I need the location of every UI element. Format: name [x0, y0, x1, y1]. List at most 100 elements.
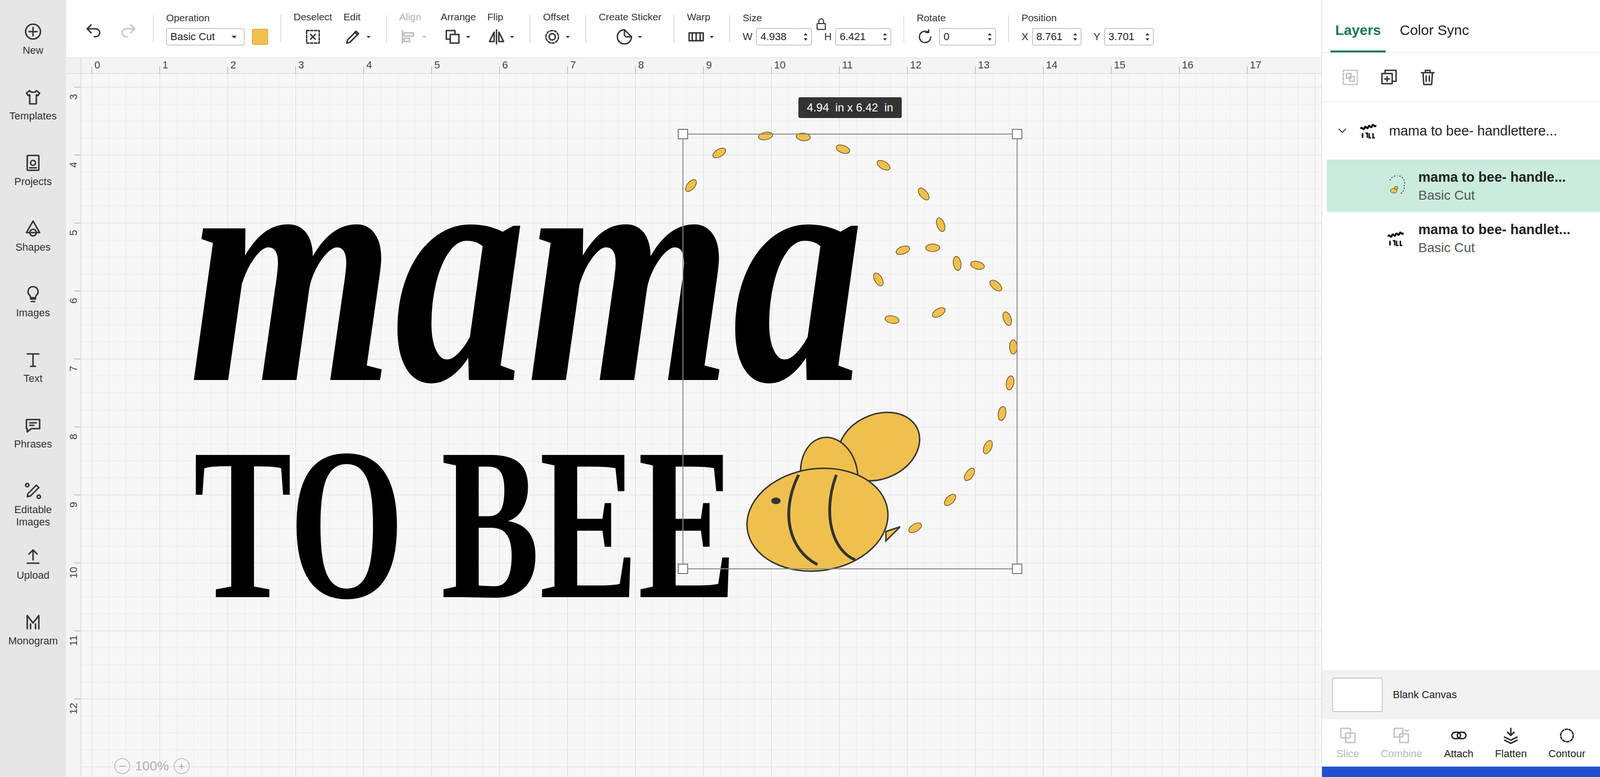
handle-bottom-left[interactable]	[677, 563, 689, 574]
design-text[interactable]: mama	[188, 103, 865, 434]
toolbar-label: Deselect	[293, 11, 333, 23]
selection-box[interactable]	[682, 133, 1018, 570]
sidebar-label: Templates	[7, 109, 59, 123]
projects-icon	[23, 152, 43, 173]
handle-top-right[interactable]	[1011, 128, 1023, 140]
number-field: W4.938	[742, 28, 812, 46]
tool-button[interactable]: Align	[393, 0, 436, 58]
action-label: Contour	[1548, 747, 1586, 760]
delete-button[interactable]	[1417, 67, 1439, 88]
sidebar-item[interactable]: Monogram	[0, 595, 67, 661]
tool-icon-row	[399, 27, 430, 47]
sidebar-label: Monogram	[6, 634, 60, 648]
expand-toggle[interactable]	[1335, 123, 1350, 138]
design-text[interactable]: TO BEE	[193, 415, 737, 633]
text-thumbnail	[1357, 119, 1381, 143]
layer-row[interactable]: mama to bee- handle...Basic Cut	[1326, 159, 1600, 212]
panel-tab[interactable]: Layers	[1330, 17, 1386, 53]
ruler-tick	[74, 222, 81, 224]
sidebar-item[interactable]: Upload	[0, 529, 67, 596]
sidebar-item[interactable]: Editable Images	[0, 463, 67, 530]
toolbar-separator	[729, 15, 731, 43]
color-swatch[interactable]	[252, 28, 269, 45]
undo-button[interactable]	[83, 18, 104, 40]
sidebar-label: Upload	[14, 569, 52, 582]
flip-icon	[487, 27, 506, 47]
canvas-setting[interactable]: Blank Canvas	[1322, 670, 1600, 720]
group-button[interactable]	[1339, 67, 1361, 88]
toolbar-label: Operation	[166, 12, 210, 24]
layer-text: mama to bee- handlet...Basic Cut	[1418, 221, 1571, 256]
redo-button[interactable]	[117, 18, 139, 40]
toolbar-separator	[152, 15, 154, 43]
zoom-in-button[interactable]: +	[173, 757, 190, 775]
ruler-tick	[159, 66, 160, 74]
number-input[interactable]: 8.761	[1032, 28, 1082, 46]
toolbar-label: Offset	[542, 11, 570, 23]
ruler-label: 2	[230, 58, 236, 72]
layer-row[interactable]: mama to bee- handlet...Basic Cut	[1326, 211, 1600, 265]
layer-group-row[interactable]: mama to bee- handlettere...	[1322, 101, 1600, 160]
tool-button[interactable]: Offset	[537, 0, 579, 58]
toolbar-separator	[386, 15, 388, 43]
ruler-tick	[839, 66, 840, 74]
layer-action-button[interactable]: Slice	[1334, 725, 1362, 760]
shapes-icon	[23, 218, 43, 239]
sidebar-item[interactable]: Images	[0, 267, 67, 333]
ruler-tick	[703, 66, 704, 74]
tool-button[interactable]: Arrange	[435, 0, 482, 58]
field-value: 8.761	[1036, 30, 1063, 43]
bee-thumbnail	[1385, 174, 1408, 198]
sidebar-item[interactable]: Shapes	[0, 201, 67, 268]
ruler-label: 17	[1249, 58, 1262, 72]
sidebar-item[interactable]: Projects	[0, 135, 67, 202]
action-label: Attach	[1443, 747, 1474, 760]
rotate-row: 0	[916, 28, 996, 46]
contour-icon	[1557, 725, 1577, 745]
ruler-tick	[74, 358, 81, 360]
tool-button[interactable]: Warp	[681, 0, 723, 58]
sidebar-item[interactable]: Phrases	[0, 398, 67, 464]
ruler-label: 6	[67, 294, 80, 308]
number-input[interactable]: 6.421	[835, 28, 892, 46]
zoom-out-button[interactable]: −	[114, 757, 131, 775]
toolbar-group: Rotate 0	[910, 0, 1002, 58]
ruler-tick	[74, 290, 81, 292]
layer-action-button[interactable]: Flatten	[1493, 725, 1529, 760]
operation-dropdown[interactable]: Basic Cut	[166, 28, 245, 46]
ruler-tick	[363, 66, 364, 74]
ruler-label: 16	[1181, 58, 1194, 72]
rotate-input[interactable]: 0	[939, 28, 996, 46]
size-fields: W4.938H6.421	[742, 28, 892, 46]
duplicate-button[interactable]	[1378, 67, 1400, 88]
layer-action-button[interactable]: Attach	[1441, 725, 1475, 760]
field-label: Y	[1093, 30, 1101, 43]
spinner-icon	[985, 29, 994, 44]
number-field: Y3.701	[1093, 28, 1154, 46]
layer-action-button[interactable]: Combine	[1378, 725, 1424, 760]
tool-button[interactable]: Edit	[337, 0, 380, 58]
sidebar-item[interactable]: Text	[0, 332, 67, 399]
undo-icon	[84, 19, 103, 39]
sidebar: New Templates ProjectsShapesImagesText Phra…	[0, 0, 67, 777]
tool-button[interactable]: Deselect	[287, 0, 338, 58]
handle-top-left[interactable]	[677, 128, 689, 140]
rotate-icon	[916, 28, 934, 46]
panel-tab[interactable]: Color Sync	[1395, 17, 1474, 53]
design-canvas[interactable]: mamaTO BEE4.94 in x 6.42 in−100%+	[81, 73, 1322, 777]
number-input[interactable]: 3.701	[1104, 28, 1154, 46]
editable-icon	[23, 480, 43, 501]
ruler-tick	[74, 698, 81, 699]
layer-action-button[interactable]: Contour	[1546, 725, 1588, 760]
sidebar-item[interactable]: Templates	[0, 70, 67, 136]
sidebar-label: Phrases	[12, 437, 55, 451]
handle-bottom-right[interactable]	[1011, 563, 1023, 574]
number-input[interactable]: 4.938	[756, 28, 812, 46]
panel-spacer	[1322, 264, 1600, 671]
caret-icon	[463, 31, 474, 43]
tool-button[interactable]: Create Sticker	[592, 0, 667, 58]
tool-button[interactable]: Flip	[481, 0, 523, 58]
sidebar-item[interactable]: New	[0, 4, 67, 71]
toolbar-label: Rotate	[916, 12, 946, 24]
lock-button[interactable]	[814, 16, 829, 32]
